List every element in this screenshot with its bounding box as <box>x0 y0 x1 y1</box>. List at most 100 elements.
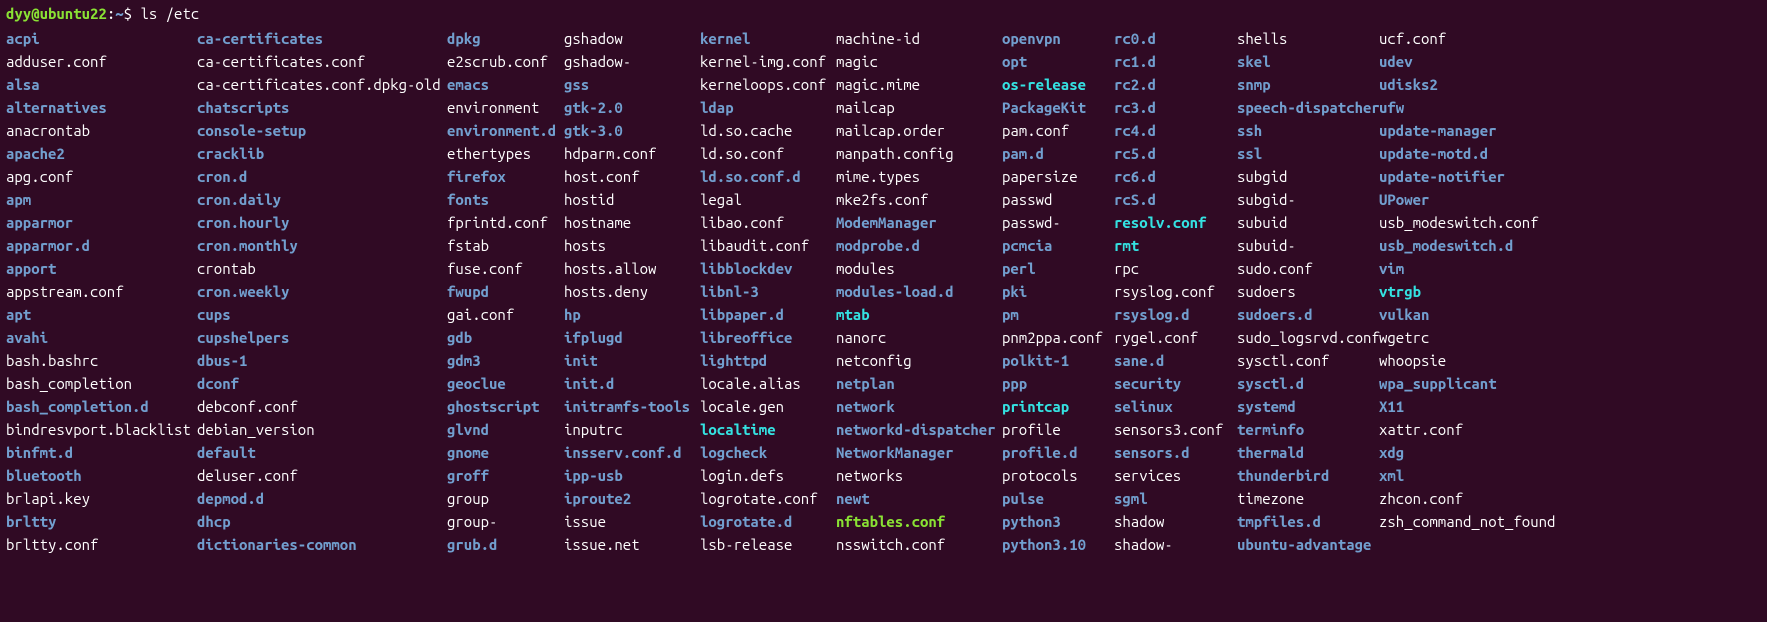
ls-output-grid: acpiadduser.confalsaalternativesanacront… <box>6 27 1761 556</box>
ls-entry: locale.alias <box>700 372 836 395</box>
ls-entry: timezone <box>1237 487 1379 510</box>
ls-entry: libreoffice <box>700 326 836 349</box>
ls-entry: update-manager <box>1379 119 1521 142</box>
ls-entry: locale.gen <box>700 395 836 418</box>
ls-entry: lighttpd <box>700 349 836 372</box>
ls-entry: brltty.conf <box>6 533 197 556</box>
ls-entry: sudoers.d <box>1237 303 1379 326</box>
ls-entry: hosts <box>564 234 700 257</box>
ls-column: shellsskelsnmpspeech-dispatchersshsslsub… <box>1237 27 1379 556</box>
ls-entry: ca-certificates.conf <box>197 50 447 73</box>
ls-entry: sysctl.d <box>1237 372 1379 395</box>
ls-entry: legal <box>700 188 836 211</box>
ls-entry: glvnd <box>447 418 564 441</box>
ls-entry: libnl-3 <box>700 280 836 303</box>
ls-entry: subuid <box>1237 211 1379 234</box>
ls-entry: binfmt.d <box>6 441 197 464</box>
ls-entry: skel <box>1237 50 1379 73</box>
ls-entry: ldap <box>700 96 836 119</box>
ls-entry: ppp <box>1002 372 1114 395</box>
ls-entry: bindresvport.blacklist <box>6 418 197 441</box>
ls-entry: rcS.d <box>1114 188 1237 211</box>
ls-entry: selinux <box>1114 395 1237 418</box>
ls-entry: emacs <box>447 73 564 96</box>
ls-entry: bash_completion.d <box>6 395 197 418</box>
ls-entry: ssl <box>1237 142 1379 165</box>
ls-column: ca-certificatesca-certificates.confca-ce… <box>197 27 447 556</box>
ls-entry: alternatives <box>6 96 197 119</box>
ls-entry: pcmcia <box>1002 234 1114 257</box>
terminal[interactable]: dyy@ubuntu22:~$ ls /etc acpiadduser.conf… <box>0 0 1767 562</box>
ls-entry: pki <box>1002 280 1114 303</box>
ls-entry: grub.d <box>447 533 564 556</box>
ls-entry: gss <box>564 73 700 96</box>
ls-entry: gai.conf <box>447 303 564 326</box>
ls-entry: udisks2 <box>1379 73 1521 96</box>
ls-entry: gdm3 <box>447 349 564 372</box>
ls-entry: polkit-1 <box>1002 349 1114 372</box>
ls-entry: sudoers <box>1237 280 1379 303</box>
ls-entry: hp <box>564 303 700 326</box>
ls-entry: apm <box>6 188 197 211</box>
ls-entry: cracklib <box>197 142 447 165</box>
ls-entry: iproute2 <box>564 487 700 510</box>
ls-entry: shadow- <box>1114 533 1237 556</box>
ls-entry: ca-certificates.conf.dpkg-old <box>197 73 447 96</box>
ls-entry: brlapi.key <box>6 487 197 510</box>
ls-entry: terminfo <box>1237 418 1379 441</box>
ls-entry: dhcp <box>197 510 447 533</box>
ls-entry: papersize <box>1002 165 1114 188</box>
ls-column: dpkge2scrub.confemacsenvironmentenvironm… <box>447 27 564 556</box>
ls-entry: sensors.d <box>1114 441 1237 464</box>
ls-entry: tmpfiles.d <box>1237 510 1379 533</box>
ls-entry: netconfig <box>836 349 1002 372</box>
ls-entry: ld.so.conf.d <box>700 165 836 188</box>
ls-entry: protocols <box>1002 464 1114 487</box>
ls-entry: thunderbird <box>1237 464 1379 487</box>
ls-entry: lsb-release <box>700 533 836 556</box>
ls-entry: fonts <box>447 188 564 211</box>
ls-entry: groff <box>447 464 564 487</box>
ls-entry: initramfs-tools <box>564 395 700 418</box>
ls-entry: ubuntu-advantage <box>1237 533 1379 556</box>
ls-entry: gtk-3.0 <box>564 119 700 142</box>
ls-entry: update-motd.d <box>1379 142 1521 165</box>
ls-entry: nsswitch.conf <box>836 533 1002 556</box>
ls-entry: resolv.conf <box>1114 211 1237 234</box>
ls-entry: usb_modeswitch.d <box>1379 234 1521 257</box>
ls-entry: anacrontab <box>6 119 197 142</box>
ls-entry: newt <box>836 487 1002 510</box>
ls-entry: hostid <box>564 188 700 211</box>
ls-entry: systemd <box>1237 395 1379 418</box>
ls-entry: libao.conf <box>700 211 836 234</box>
ls-entry: libaudit.conf <box>700 234 836 257</box>
ls-entry: kernel-img.conf <box>700 50 836 73</box>
ls-entry: ld.so.conf <box>700 142 836 165</box>
ls-entry: cups <box>197 303 447 326</box>
ls-entry: magic.mime <box>836 73 1002 96</box>
ls-entry: ifplugd <box>564 326 700 349</box>
ls-entry: bash.bashrc <box>6 349 197 372</box>
ls-entry: python3 <box>1002 510 1114 533</box>
ls-entry: alsa <box>6 73 197 96</box>
ls-column: rc0.drc1.drc2.drc3.drc4.drc5.drc6.drcS.d… <box>1114 27 1237 556</box>
ls-entry: networkd-dispatcher <box>836 418 1002 441</box>
ls-entry: libblockdev <box>700 257 836 280</box>
ls-entry: pulse <box>1002 487 1114 510</box>
ls-entry: deluser.conf <box>197 464 447 487</box>
ls-entry: kerneloops.conf <box>700 73 836 96</box>
ls-entry: xdg <box>1379 441 1521 464</box>
ls-entry: wgetrc <box>1379 326 1521 349</box>
ls-entry: insserv.conf.d <box>564 441 700 464</box>
ls-entry: mailcap <box>836 96 1002 119</box>
ls-entry: sane.d <box>1114 349 1237 372</box>
ls-entry: gtk-2.0 <box>564 96 700 119</box>
ls-entry: gshadow- <box>564 50 700 73</box>
ls-entry: ipp-usb <box>564 464 700 487</box>
ls-entry: acpi <box>6 27 197 50</box>
ls-entry: chatscripts <box>197 96 447 119</box>
ls-entry: vim <box>1379 257 1521 280</box>
ls-entry: profile <box>1002 418 1114 441</box>
ls-entry: sudo_logsrvd.conf <box>1237 326 1379 349</box>
ls-entry: inputrc <box>564 418 700 441</box>
